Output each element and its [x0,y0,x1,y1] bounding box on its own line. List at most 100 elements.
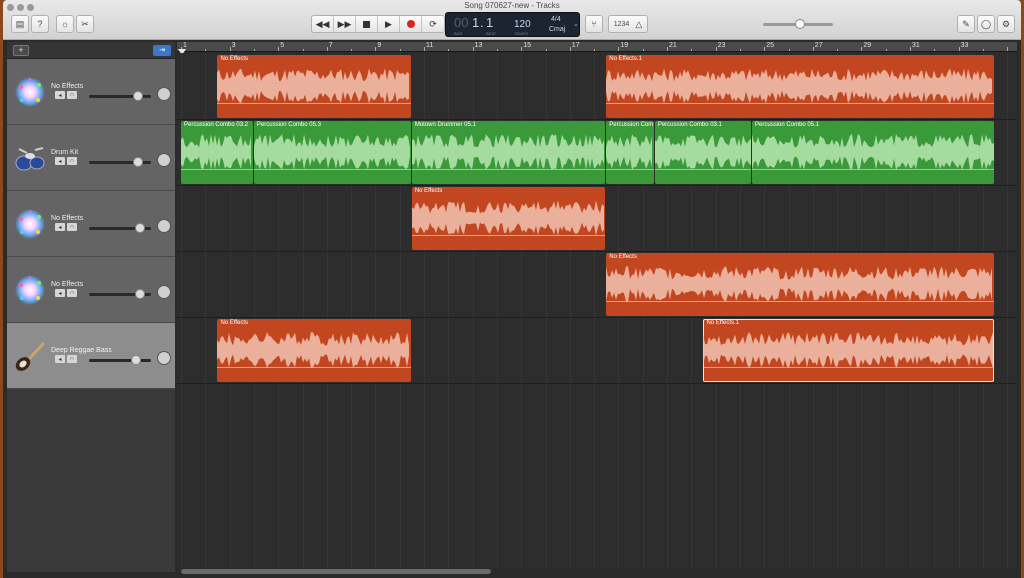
master-volume-knob[interactable] [795,19,805,29]
horizontal-scrollbar[interactable] [181,569,491,574]
ruler-bar-number: 9 [377,42,382,49]
region[interactable]: No Effects [411,187,606,250]
track-volume-knob[interactable] [133,91,143,101]
quick-help-button[interactable]: ? [31,15,49,33]
chevron-down-icon[interactable]: ⌄ [573,20,579,28]
waveform-path [411,200,604,236]
track-volume-knob[interactable] [133,157,143,167]
track-volume-slider[interactable] [89,157,151,167]
pan-knob[interactable] [157,351,171,365]
tuner-button[interactable]: ⑂ [585,15,603,33]
ruler-tick [764,47,766,51]
arrangement-area[interactable]: No Effects No Effects.1 Percussion Combo 0… [177,53,1017,568]
solo-button[interactable]: ∩ [67,223,77,231]
fast-forward-button[interactable]: ▶▶ [334,16,356,32]
editors-button[interactable]: ✂ [76,15,94,33]
solo-button[interactable]: ∩ [67,91,77,99]
mute-button[interactable]: ◂ [55,355,65,363]
region[interactable]: Percussion Combo 05.3 [253,121,411,184]
track-volume-slider[interactable] [89,289,151,299]
mute-button[interactable]: ◂ [55,289,65,297]
mute-button[interactable]: ◂ [55,223,65,231]
region[interactable]: No Effects [217,319,411,382]
ruler-tick [521,47,523,51]
pan-knob[interactable] [157,219,171,233]
waveform-path [654,134,751,170]
region[interactable]: No Effects.1 [703,319,995,382]
add-track-button[interactable]: + [13,45,29,56]
play-button[interactable]: ▶ [378,16,400,32]
solo-button[interactable]: ∩ [67,289,77,297]
track-header[interactable]: Deep Reggae Bass ◂ ∩ [7,323,175,389]
region[interactable]: No Effects.1 [606,55,995,118]
master-volume-slider[interactable] [763,19,833,29]
track-volume-slider[interactable] [89,91,151,101]
lcd-bar: 1 [472,15,480,30]
track-volume-slider[interactable] [89,355,151,365]
region-baseline [253,169,411,170]
solo-button[interactable]: ∩ [67,157,77,165]
mute-button[interactable]: ◂ [55,91,65,99]
region-baseline [217,367,411,368]
media-browser-button[interactable]: ⚙ [997,15,1015,33]
track-volume-knob[interactable] [135,289,145,299]
stop-button[interactable] [356,16,378,32]
track-header[interactable]: No Effects ◂ ∩ [7,59,175,125]
region-name: No Effects.1 [609,56,642,62]
track-volume-slider[interactable] [89,223,151,233]
rewind-button[interactable]: ◀◀ [312,16,334,32]
loop-browser-button[interactable]: ◯ [977,15,995,33]
track-header[interactable]: No Effects ◂ ∩ [7,257,175,323]
ruler-tick [715,47,717,51]
region[interactable]: Percussion Combo 05.1 [752,121,995,184]
track-name[interactable]: No Effects [51,83,83,90]
ruler-tick [399,49,401,51]
region[interactable]: Percussion Combo 03.1 [654,121,752,184]
lcd-bar-label: BAR [454,31,463,36]
region-baseline [606,169,654,170]
cycle-button[interactable]: ⟳ [422,16,444,32]
ruler-bar-number: 31 [912,42,920,49]
track-name[interactable]: No Effects [51,215,83,222]
region-name: Motown Drummer 05.1 [414,122,476,128]
ruler-tick [958,47,960,51]
region-name: Percussion Combo 05.3 [256,122,321,128]
track-volume-knob[interactable] [135,223,145,233]
region[interactable]: Percussion Com [606,121,654,184]
sparkle-icon [13,75,47,109]
waveform [411,134,604,170]
region[interactable]: Percussion Combo 03.2 [181,121,253,184]
mute-button[interactable]: ◂ [55,157,65,165]
solo-button[interactable]: ∩ [67,355,77,363]
region[interactable]: No Effects [217,55,411,118]
garageband-window: Song 070627-new - Tracks ▤ ? ☼ ✂ ◀◀ ▶▶ ▶… [3,0,1021,578]
catch-playhead-button[interactable]: ⇥ [153,45,171,56]
waveform-path [703,332,994,368]
smart-controls-button[interactable]: ☼ [56,15,74,33]
record-icon [406,20,415,28]
count-in-button[interactable]: 1234 [614,21,630,28]
track-header[interactable]: Drum Kit ◂ ∩ [7,125,175,191]
lcd-time-signature: 4/4 [551,16,561,23]
region[interactable]: Motown Drummer 05.1 [411,121,606,184]
pan-knob[interactable] [157,285,171,299]
track-name[interactable]: Deep Reggae Bass [51,347,112,354]
library-button[interactable]: ▤ [11,15,29,33]
waveform [411,200,604,236]
lcd-display[interactable]: 00 1 . 1 BAR BEAT 120 TEMPO 4/4 Cmaj ⌄ [445,12,580,37]
ruler[interactable]: 1 3 5 7 9 11 13 15 17 19 21 23 25 27 29 31 33 [177,42,1017,55]
track-header[interactable]: No Effects ◂ ∩ [7,191,175,257]
track-name[interactable]: Drum Kit [51,149,78,156]
record-button[interactable] [400,16,422,32]
bass-guitar-icon [13,339,47,373]
pan-knob[interactable] [157,153,171,167]
media-icon: ⚙ [1001,18,1011,29]
region[interactable]: No Effects [606,253,995,316]
ruler-tick [205,49,207,51]
metronome-icon[interactable]: △ [635,19,642,30]
note-pad-button[interactable]: ✎ [957,15,975,33]
track-volume-knob[interactable] [131,355,141,365]
pan-knob[interactable] [157,87,171,101]
track-name[interactable]: No Effects [51,281,83,288]
ruler-bar-number: 33 [960,42,969,49]
